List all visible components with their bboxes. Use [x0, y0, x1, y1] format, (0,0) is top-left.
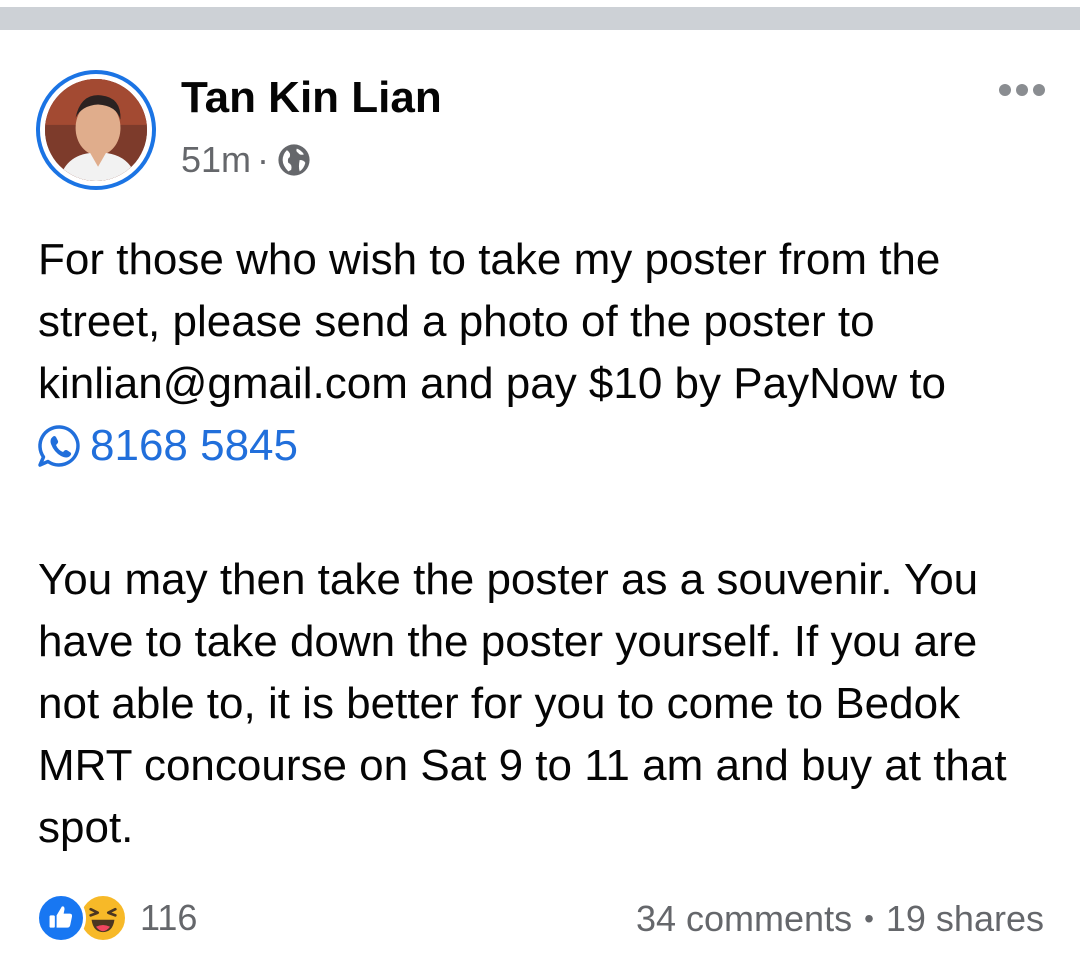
post-paragraph-1: For those who wish to take my poster fro… — [38, 229, 1048, 487]
more-dot — [1033, 84, 1045, 96]
like-icon — [36, 893, 86, 943]
phone-link[interactable]: 8168 5845 — [38, 415, 298, 477]
post-time[interactable]: 51m — [181, 139, 251, 181]
post-meta: 51m · — [181, 138, 311, 182]
reaction-count: 116 — [140, 897, 198, 938]
post-paragraph-2: You may then take the poster as a souven… — [38, 555, 1007, 852]
post-body: For those who wish to take my poster fro… — [38, 229, 1048, 859]
phone-number: 8168 5845 — [90, 421, 298, 470]
stats-separator: • — [864, 903, 874, 934]
feed-divider — [0, 0, 1080, 30]
post-footer: 116 34 comments • 19 shares — [0, 890, 1080, 946]
divider-bar — [0, 7, 1080, 30]
shares-link[interactable]: 19 shares — [886, 898, 1044, 940]
reactions-summary[interactable]: 116 — [36, 893, 197, 943]
comments-link[interactable]: 34 comments — [636, 898, 852, 940]
post-paragraph-1-text: For those who wish to take my poster fro… — [38, 235, 947, 408]
engagement-stats: 34 comments • 19 shares — [636, 898, 1044, 940]
more-dot — [1016, 84, 1028, 96]
post-card: Tan Kin Lian 51m · For those who wish to… — [0, 30, 1080, 964]
meta-separator: · — [257, 139, 270, 180]
avatar-photo — [45, 79, 147, 181]
avatar-image — [45, 79, 147, 181]
more-horizontal-icon — [999, 84, 1011, 96]
globe-icon — [278, 144, 310, 176]
author-avatar[interactable] — [36, 70, 156, 190]
more-options-button[interactable] — [992, 75, 1052, 105]
whatsapp-icon — [38, 425, 80, 467]
author-name[interactable]: Tan Kin Lian — [181, 72, 442, 124]
